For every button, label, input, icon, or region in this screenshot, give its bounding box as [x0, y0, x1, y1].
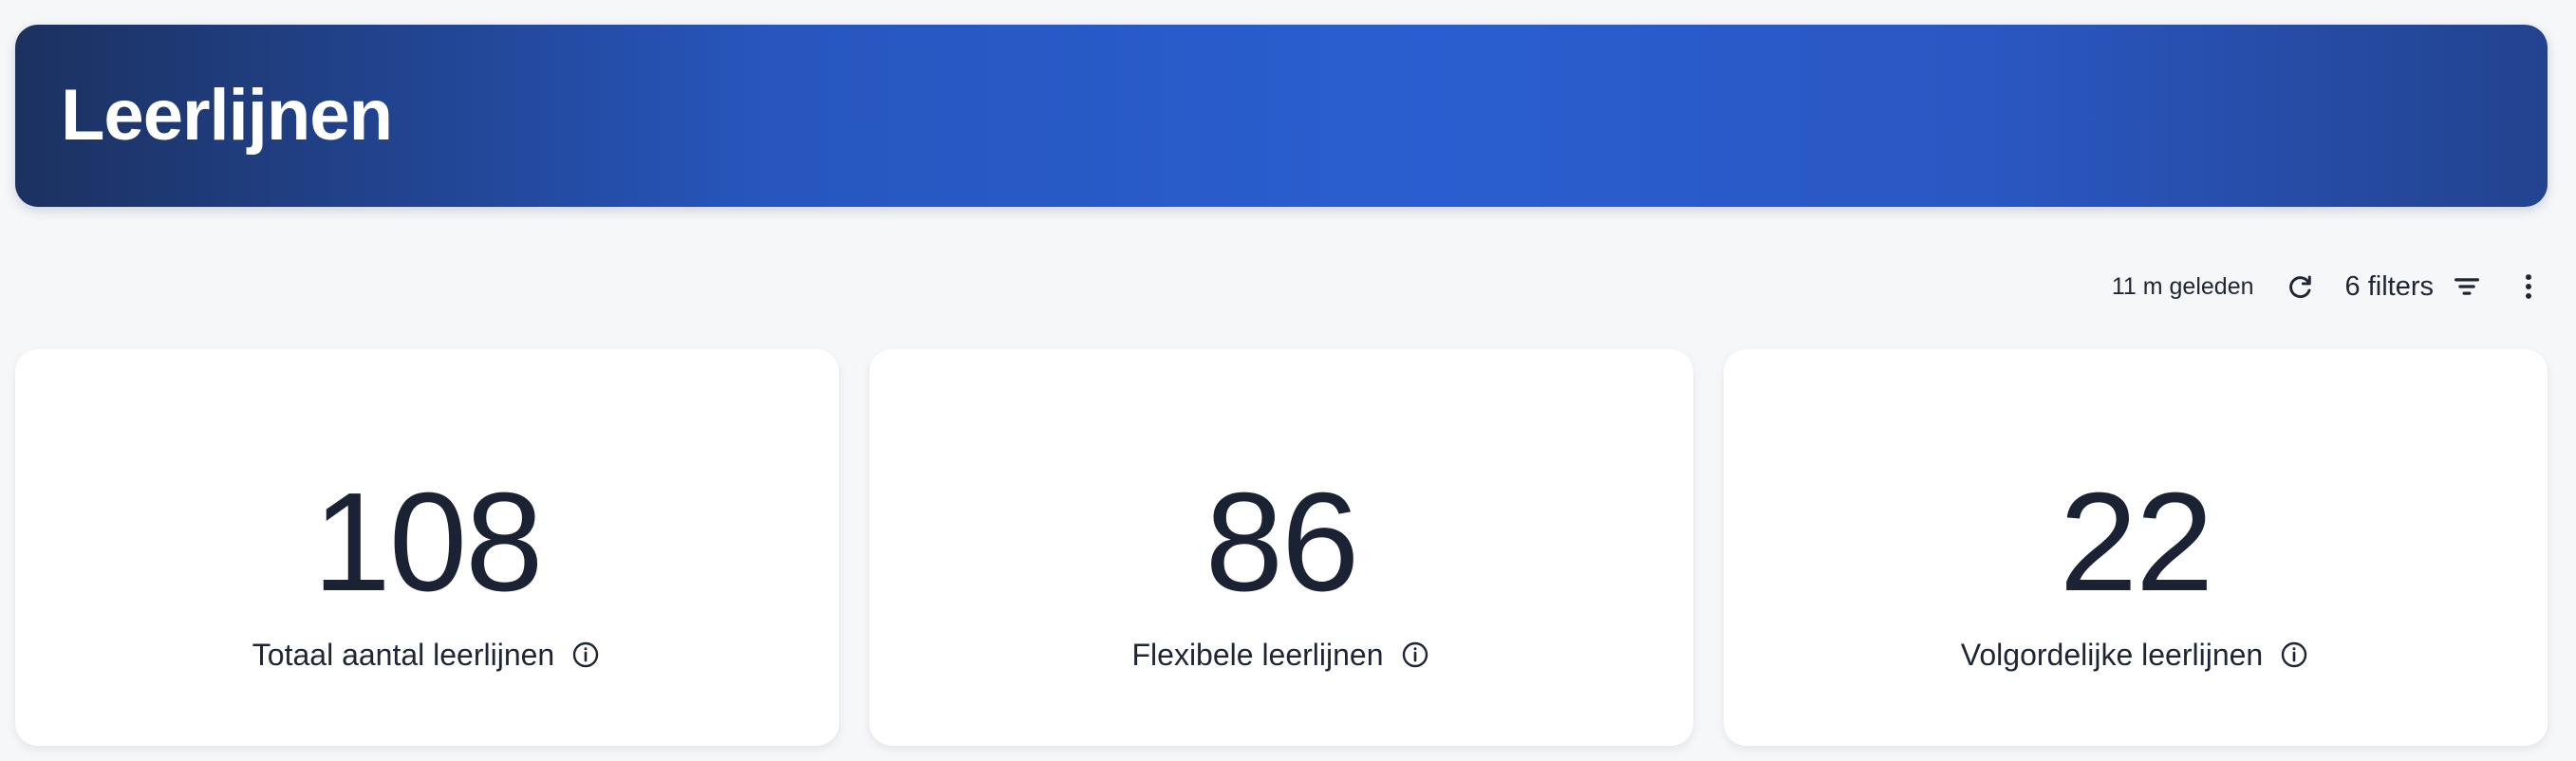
dashboard-toolbar: 11 m geleden 6 filters	[2112, 264, 2548, 309]
flexible-learning-lines-label-row: Flexibele leerlijnen	[869, 639, 1693, 671]
flexible-learning-lines-card: 86 Flexibele leerlijnen	[869, 349, 1693, 746]
sequential-learning-lines-label: Volgordelijke leerlijnen	[1960, 638, 2264, 672]
last-updated-label: 11 m geleden	[2111, 272, 2254, 300]
total-learning-lines-label: Totaal aantal leerlijnen	[252, 638, 555, 672]
filters-label: 6 filters	[2344, 270, 2434, 302]
sequential-learning-lines-value: 22	[2059, 464, 2214, 621]
page-title: Leerlijnen	[61, 75, 393, 156]
flexible-learning-lines-info-button[interactable]	[1399, 639, 1431, 671]
more-options-button[interactable]	[2510, 268, 2548, 306]
total-learning-lines-label-row: Totaal aantal leerlijnen	[15, 639, 839, 671]
filter-icon	[2451, 270, 2483, 303]
info-icon	[570, 640, 601, 670]
refresh-button[interactable]	[2281, 268, 2319, 306]
last-updated-text: 11 m geleden	[2111, 272, 2254, 300]
total-learning-lines-value: 108	[312, 464, 544, 621]
total-learning-lines-info-button[interactable]	[569, 639, 602, 671]
metric-cards: 108 Totaal aantal leerlijnen 86 Flexibel…	[15, 349, 2548, 746]
refresh-icon	[2285, 271, 2315, 302]
sequential-learning-lines-card: 22 Volgordelijke leerlijnen	[1724, 349, 2548, 746]
total-learning-lines-card: 108 Totaal aantal leerlijnen	[15, 349, 839, 746]
filters-button[interactable]: 6 filters	[2345, 270, 2483, 303]
flexible-learning-lines-value: 86	[1204, 464, 1360, 621]
sequential-learning-lines-info-button[interactable]	[2278, 639, 2310, 671]
info-icon	[1400, 640, 1430, 670]
flexible-learning-lines-label: Flexibele leerlijnen	[1131, 638, 1384, 672]
more-vertical-icon	[2512, 270, 2545, 303]
sequential-learning-lines-label-row: Volgordelijke leerlijnen	[1724, 639, 2548, 671]
page-header-banner: Leerlijnen	[15, 25, 2548, 207]
info-icon	[2279, 640, 2309, 670]
